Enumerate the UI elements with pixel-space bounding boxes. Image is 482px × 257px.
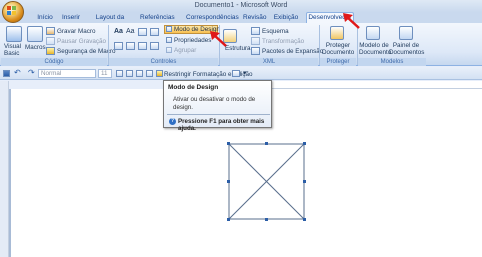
expansion-packs-button[interactable]: Pacotes de Expansão (262, 48, 323, 55)
pause-recording-icon (46, 37, 55, 45)
picture-control-icon[interactable] (138, 28, 147, 36)
transformation-icon (251, 37, 260, 45)
red-arrow-tab-icon (343, 13, 360, 29)
window-title: Documento1 - Microsoft Word (194, 2, 288, 9)
undo-icon[interactable]: ↶ (14, 68, 21, 77)
tab-inserir[interactable]: Inserir (60, 13, 82, 23)
office-logo-icon (7, 6, 17, 16)
help-icon: ? (169, 118, 176, 125)
expansion-packs-icon (251, 47, 260, 55)
date-control-icon[interactable] (126, 42, 135, 50)
dropdown-control-icon[interactable] (114, 42, 123, 50)
group-label-codigo: Código (1, 58, 107, 66)
title-bar: Documento1 - Microsoft Word (0, 0, 482, 12)
indent-icon[interactable] (146, 70, 153, 77)
protect-document-button[interactable]: Proteger Documento (322, 42, 354, 56)
save-icon[interactable] (3, 70, 10, 77)
style-combo[interactable]: Normal (38, 69, 96, 78)
document-template-icon (366, 26, 380, 40)
tooltip-title: Modo de Design (168, 84, 219, 91)
properties-button[interactable]: Propriedades (174, 37, 211, 44)
customize-toolbar-icon[interactable]: ▾ (243, 69, 247, 77)
tooltip-divider (167, 114, 270, 115)
combo-control-icon[interactable] (150, 28, 159, 36)
align-icon[interactable] (126, 70, 133, 77)
macro-security-icon (46, 47, 55, 55)
tooltip-help-text: Pressione F1 para obter mais ajuda. (178, 118, 265, 132)
selected-shape[interactable] (227, 142, 306, 221)
group-button[interactable]: Agrupar (174, 47, 196, 54)
document-panel-icon (399, 26, 413, 40)
tab-layout[interactable]: Layout da Página (86, 13, 134, 31)
building-block-icon[interactable] (138, 42, 147, 50)
visual-basic-button[interactable]: Visual Basic (4, 43, 26, 57)
record-macro-button[interactable]: Gravar Macro (57, 28, 96, 35)
schema-button[interactable]: Esquema (262, 28, 289, 35)
font-color-icon[interactable] (116, 70, 123, 77)
document-template-button[interactable]: Modelo de Documento (359, 42, 391, 56)
tab-exibicao[interactable]: Exibição (273, 13, 299, 23)
design-mode-tooltip: Modo de Design Ativar ou desativar o mod… (163, 80, 272, 132)
schema-icon (251, 27, 260, 35)
list-icon[interactable] (136, 70, 143, 77)
properties-icon (166, 37, 172, 43)
document-panel-button[interactable]: Painel de Documentos (389, 42, 424, 56)
visual-basic-icon (6, 26, 22, 42)
legacy-tools-icon[interactable] (150, 42, 159, 50)
tooltip-description: Ativar ou desativar o modo de design. (173, 96, 256, 111)
group-label-controles: Controles (109, 58, 218, 66)
tab-referencias[interactable]: Referências (140, 13, 175, 23)
macro-security-button[interactable]: Segurança de Macro (57, 48, 115, 55)
redo-icon[interactable]: ↷ (28, 68, 35, 77)
font-size-combo[interactable]: 11 (98, 69, 112, 78)
horizontal-ruler[interactable] (272, 81, 482, 89)
vertical-ruler[interactable] (0, 81, 9, 257)
tab-inicio[interactable]: Início (33, 13, 57, 23)
group-icon (166, 47, 172, 53)
group-label-proteger: Proteger (320, 58, 356, 66)
design-mode-icon (166, 26, 172, 32)
macros-icon (27, 26, 43, 42)
text-control-icon[interactable]: Aa (126, 28, 135, 35)
structure-button[interactable]: Estrutura (225, 45, 251, 52)
tab-revisao[interactable]: Revisão (243, 13, 266, 23)
tab-correspondencias[interactable]: Correspondências (186, 13, 239, 23)
group-label-modelos: Modelos (358, 58, 426, 66)
macros-button[interactable]: Macros (25, 44, 46, 51)
rich-text-control-icon[interactable]: Aa (114, 28, 123, 35)
group-label-xml: XML (220, 58, 318, 66)
restrict-editing-icon (156, 70, 163, 77)
transformation-button[interactable]: Transformação (262, 38, 304, 45)
pause-recording-button[interactable]: Pausar Gravação (57, 38, 106, 45)
red-arrow-design-icon (210, 31, 227, 47)
quick-part-icon[interactable] (232, 70, 240, 77)
record-macro-icon (46, 27, 55, 35)
